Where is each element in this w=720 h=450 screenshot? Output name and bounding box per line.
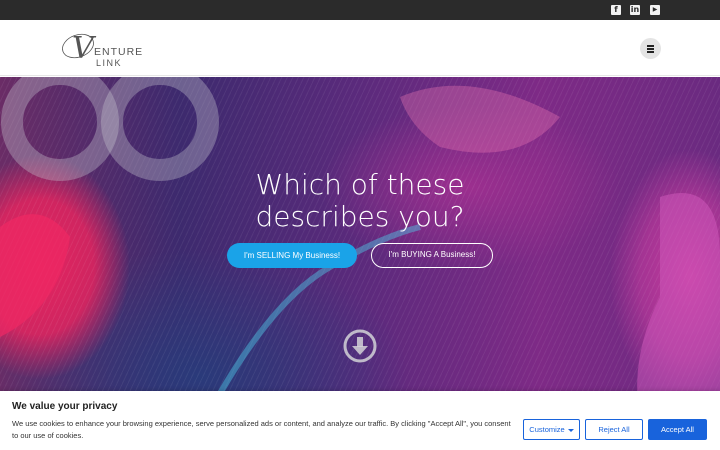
menu-icon xyxy=(647,45,654,47)
hero-title-line-2: describes you? xyxy=(255,200,465,233)
top-bar: f in ▶ xyxy=(0,0,720,20)
logo-word: ENTURE xyxy=(94,46,143,58)
accept-all-button[interactable]: Accept All xyxy=(648,419,707,440)
hero-title: Which of these describes you? xyxy=(160,169,560,233)
customize-label: Customize xyxy=(529,425,565,434)
buying-business-button[interactable]: I'm BUYING A Business! xyxy=(371,243,493,268)
selling-business-button[interactable]: I'm SELLING My Business! xyxy=(227,243,357,268)
venture-link-logo[interactable]: V ENTURE LINK xyxy=(60,27,150,69)
reject-all-button[interactable]: Reject All xyxy=(585,419,643,440)
cookie-title: We value your privacy xyxy=(12,401,118,412)
scroll-down-arrow-icon[interactable] xyxy=(343,329,377,363)
facebook-icon[interactable]: f xyxy=(611,5,621,15)
cookie-description: We use cookies to enhance your browsing … xyxy=(12,419,511,440)
customize-button[interactable]: Customize xyxy=(523,419,580,440)
hero-title-line-1: Which of these xyxy=(255,168,465,201)
caret-down-icon xyxy=(567,428,574,432)
youtube-icon[interactable]: ▶ xyxy=(650,5,660,15)
site-header: V ENTURE LINK xyxy=(0,20,720,76)
cookie-consent-banner: We value your privacy We use cookies to … xyxy=(0,391,720,450)
menu-button[interactable] xyxy=(640,38,661,59)
linkedin-icon[interactable]: in xyxy=(630,5,640,15)
logo-subword: LINK xyxy=(96,58,122,68)
